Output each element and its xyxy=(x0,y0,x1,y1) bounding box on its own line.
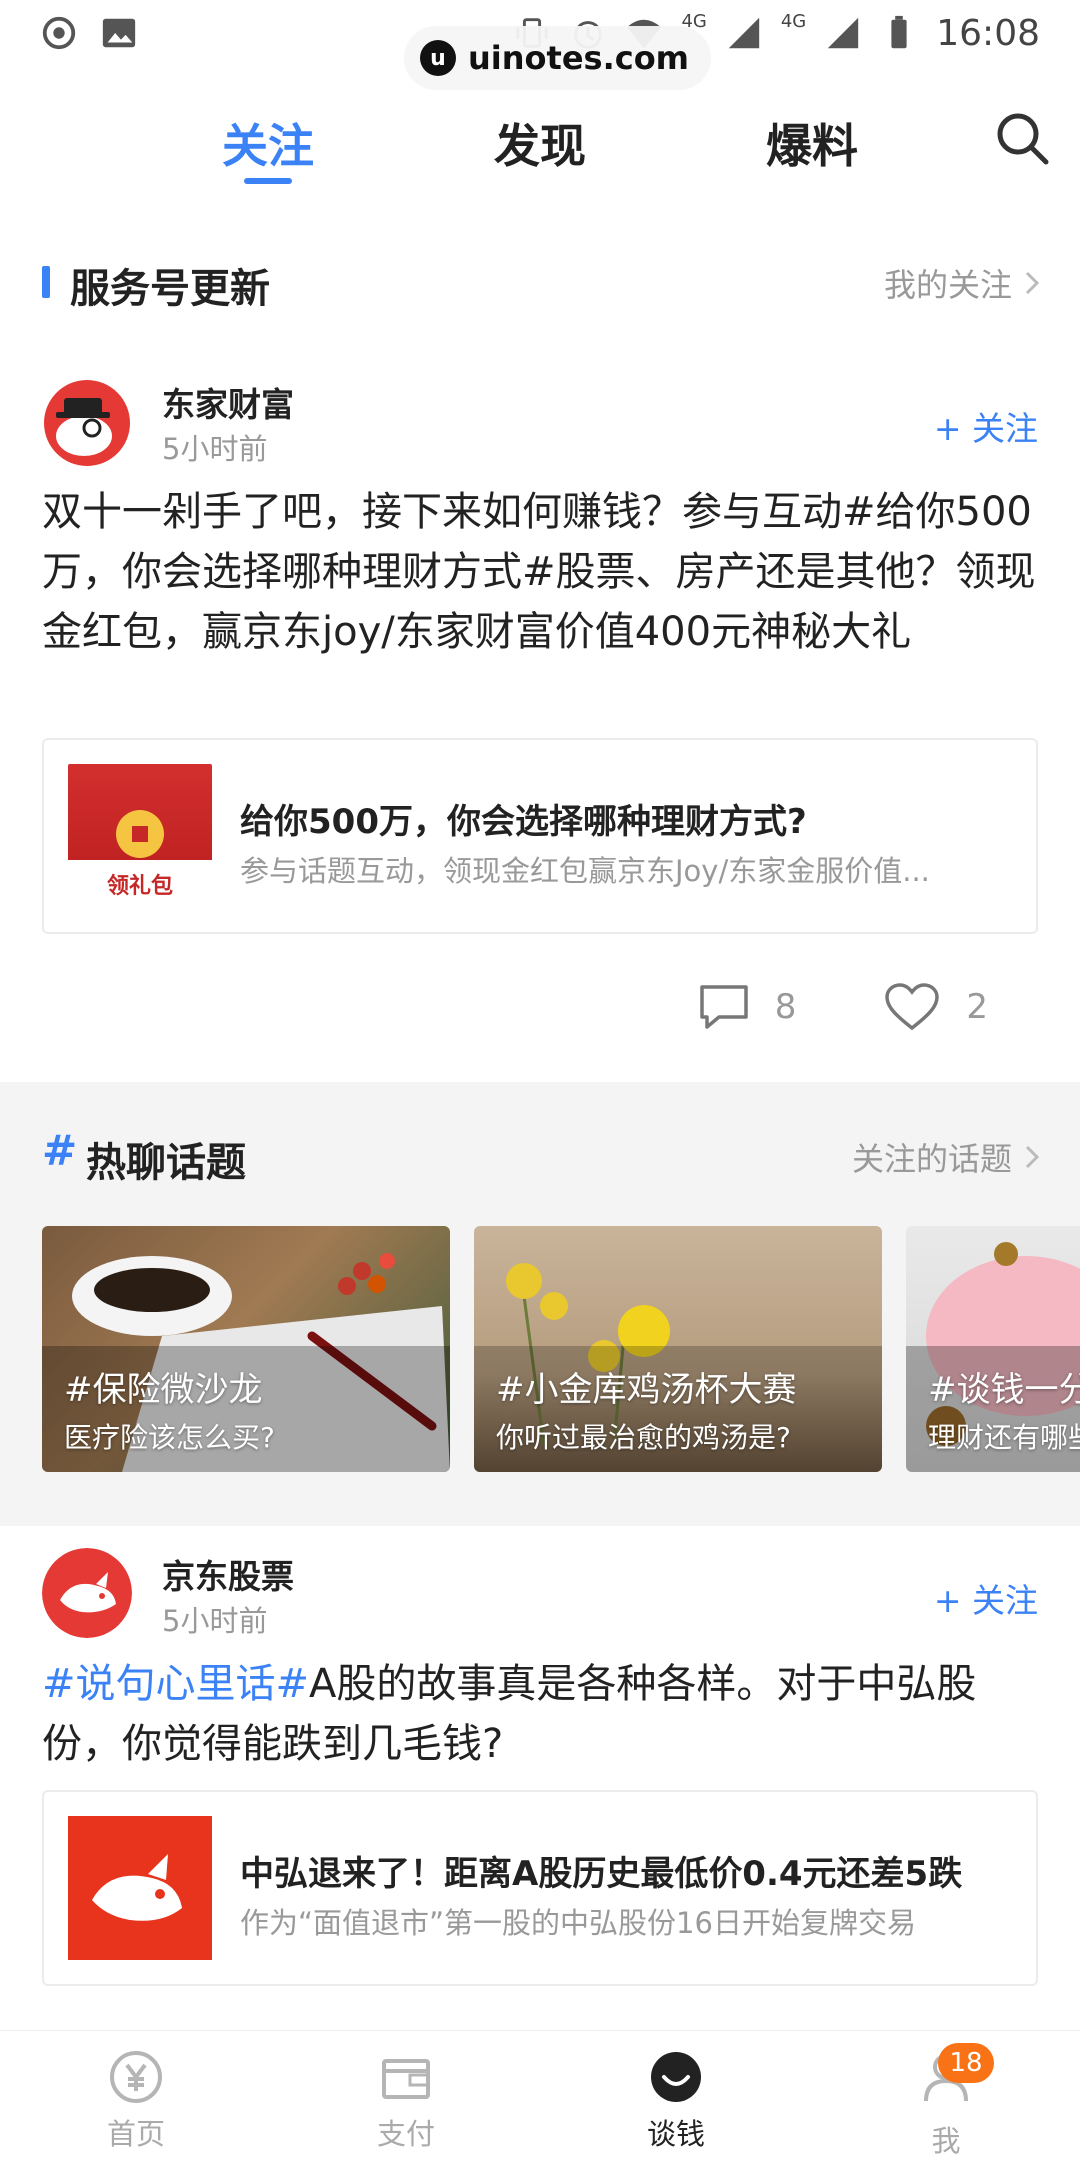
topic-card[interactable]: #小金库鸡汤杯大赛 你听过最治愈的鸡汤是? xyxy=(474,1226,882,1472)
dongjia-logo-icon xyxy=(44,380,130,466)
nav-talk-money[interactable]: 谈钱 xyxy=(596,2049,756,2153)
card-title: 给你500万，你会选择哪种理财方式? xyxy=(240,802,807,842)
network-label-2: 4G xyxy=(780,10,807,32)
nav-label: 首页 xyxy=(106,2117,165,2151)
follow-button[interactable]: + 关注 xyxy=(934,1574,1038,1622)
watermark-text: uinotes.com xyxy=(468,39,690,77)
section-marker xyxy=(42,266,50,298)
watermark: u uinotes.com xyxy=(404,26,712,90)
nav-home[interactable]: 首页 xyxy=(56,2049,216,2153)
like-button[interactable]: 2 xyxy=(884,982,988,1032)
my-follows-link[interactable]: 我的关注 xyxy=(884,260,1040,306)
topics-section-header: # 热聊话题 关注的话题 xyxy=(0,1126,1080,1186)
chat-bubble-icon xyxy=(651,2052,701,2102)
topic-title: #保险微沙龙 xyxy=(64,1370,263,1410)
post-text[interactable]: 双十一剁手了吧，接下来如何赚钱？参与互动#给你500万，你会选择哪种理财方式#股… xyxy=(42,482,1038,662)
my-follows-label: 我的关注 xyxy=(883,266,1012,304)
battery-icon xyxy=(891,15,907,49)
tab-discover[interactable]: 发现 xyxy=(494,110,586,176)
jd-dog-icon xyxy=(92,1854,182,1921)
nav-label: 我 xyxy=(931,2124,961,2158)
wallet-icon xyxy=(382,2059,430,2099)
tab-breaking[interactable]: 爆料 xyxy=(766,110,858,176)
nav-label: 支付 xyxy=(376,2117,435,2151)
post-actions: 8 2 xyxy=(699,982,988,1032)
topic-card[interactable]: #保险微沙龙 医疗险该怎么买? xyxy=(42,1226,450,1472)
topic-title: #小金库鸡汤杯大赛 xyxy=(496,1370,797,1410)
hash-icon: # xyxy=(42,1126,78,1175)
topic-subtitle: 理财还有哪些 xyxy=(928,1421,1080,1454)
bottom-nav: 首页 支付 谈钱 18 我 xyxy=(0,2030,1080,2160)
like-count: 2 xyxy=(966,987,988,1027)
yuan-icon xyxy=(110,2051,162,2103)
topic-carousel[interactable]: #保险微沙龙 医疗险该怎么买? #小金库鸡汤杯大赛 你听过最治愈的鸡汤是? #谈… xyxy=(42,1226,1080,1474)
notification-badge: 18 xyxy=(938,2043,994,2083)
comment-button[interactable]: 8 xyxy=(699,984,797,1030)
post-time: 5小时前 xyxy=(162,1604,268,1638)
jd-dog-logo-icon xyxy=(42,1548,132,1638)
signal-icon xyxy=(828,17,859,49)
avatar[interactable] xyxy=(42,378,132,468)
tab-indicator xyxy=(244,178,292,184)
post-link-card[interactable]: 领礼包 给你500万，你会选择哪种理财方式? 参与话题互动，领现金红包赢京东Jo… xyxy=(42,738,1038,934)
tab-follow[interactable]: 关注 xyxy=(222,110,314,176)
topic-subtitle: 你听过最治愈的鸡汤是? xyxy=(496,1421,791,1454)
post-time: 5小时前 xyxy=(162,432,268,466)
topic-title: #谈钱一分 xyxy=(928,1370,1080,1410)
card-thumb-label: 领礼包 xyxy=(106,874,173,899)
service-section-header: 服务号更新 我的关注 xyxy=(0,252,1080,312)
nav-me[interactable]: 18 我 xyxy=(866,2043,1026,2160)
topic-subtitle: 医疗险该怎么买? xyxy=(64,1421,275,1454)
comment-count: 8 xyxy=(774,987,797,1027)
chevron-right-icon xyxy=(1025,1145,1040,1169)
card-title: 中弘退来了！距离A股历史最低价0.4元还差5跌 xyxy=(240,1854,963,1894)
card-thumbnail: 领礼包 xyxy=(68,764,212,908)
post-link-card[interactable]: 中弘退来了！距离A股历史最低价0.4元还差5跌 作为“面值退市”第一股的中弘股份… xyxy=(42,1790,1038,1986)
nav-pay[interactable]: 支付 xyxy=(326,2049,486,2153)
post-text[interactable]: #说句心里话#A股的故事真是各种各样。对于中弘股份，你觉得能跌到几毛钱? xyxy=(42,1654,1038,1774)
service-section-title: 服务号更新 xyxy=(70,266,270,312)
follow-button[interactable]: + 关注 xyxy=(934,402,1038,450)
gallery-icon xyxy=(102,18,136,48)
followed-topics-link[interactable]: 关注的话题 xyxy=(852,1134,1040,1180)
netease-icon xyxy=(42,16,76,50)
top-tabs: 关注 发现 爆料 xyxy=(0,100,1080,200)
chevron-right-icon xyxy=(1025,271,1040,295)
comment-icon xyxy=(699,985,748,1029)
post-author[interactable]: 京东股票 xyxy=(162,1550,294,1598)
followed-topics-label: 关注的话题 xyxy=(851,1140,1012,1178)
watermark-logo: u xyxy=(420,40,456,76)
post-author[interactable]: 东家财富 xyxy=(162,378,294,426)
topic-card[interactable]: #谈钱一分 理财还有哪些 xyxy=(906,1226,1080,1472)
search-icon[interactable] xyxy=(992,108,1052,168)
card-subtitle: 参与话题互动，领现金红包赢京东Joy/东家金服价值... xyxy=(240,854,930,888)
nav-label: 谈钱 xyxy=(646,2117,705,2151)
heart-icon xyxy=(885,983,940,1031)
post-hashtag[interactable]: #说句心里话# xyxy=(42,1661,309,1707)
avatar[interactable] xyxy=(42,1548,132,1638)
topics-section-title: 热聊话题 xyxy=(86,1140,246,1186)
card-subtitle: 作为“面值退市”第一股的中弘股份16日开始复牌交易 xyxy=(240,1906,916,1940)
card-thumbnail xyxy=(68,1816,212,1960)
status-time: 16:08 xyxy=(936,12,1040,54)
signal-icon xyxy=(728,17,760,49)
